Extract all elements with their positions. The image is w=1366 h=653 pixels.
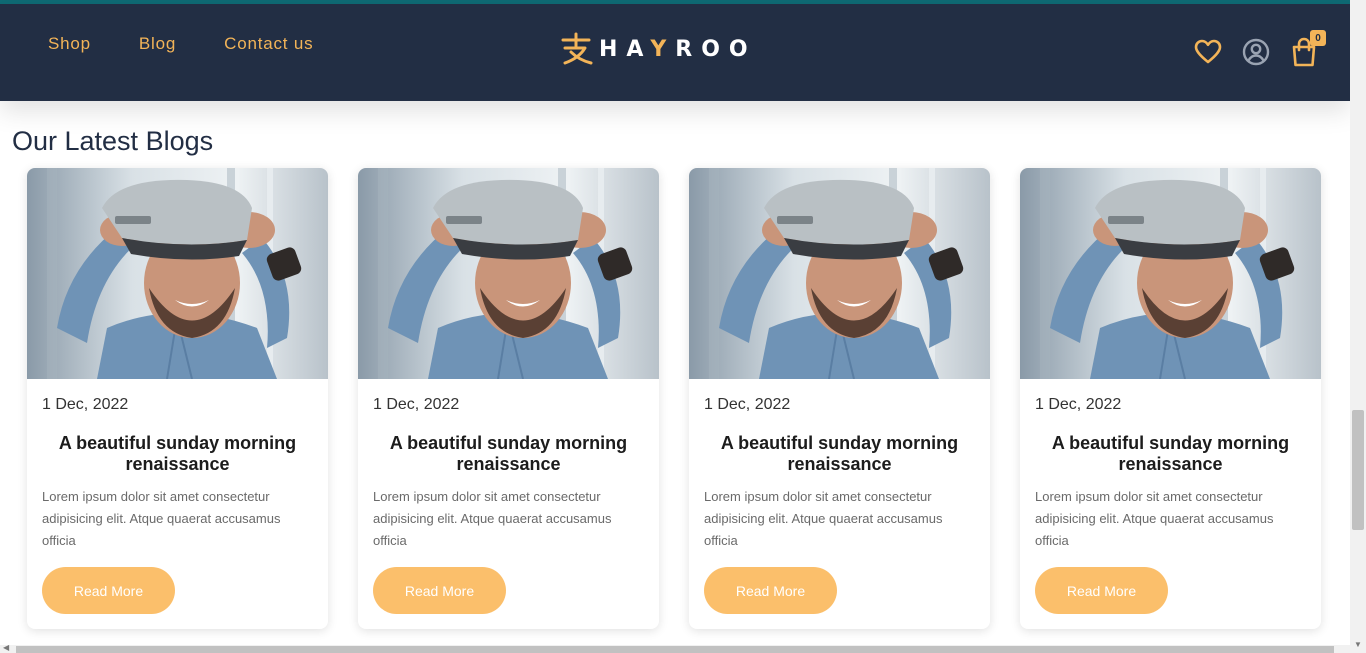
blog-image[interactable] [27,168,328,379]
vertical-scrollbar[interactable]: ▼ [1350,0,1366,653]
post-title[interactable]: A beautiful sunday morning renaissance [378,433,639,475]
read-more-button[interactable]: Read More [704,567,837,614]
blog-image[interactable] [689,168,990,379]
section-title: Our Latest Blogs [12,126,214,156]
header-icons: 0 [1176,30,1326,68]
nav-link-shop[interactable]: Shop [48,34,91,54]
blog-card: 1 Dec, 2022 A beautiful sunday morning r… [1020,168,1321,629]
post-date: 1 Dec, 2022 [373,396,460,413]
blog-card: 1 Dec, 2022 A beautiful sunday morning r… [689,168,990,629]
logo-wordmark: HAYROO [599,36,757,62]
logo-mark-icon [561,32,593,65]
horizontal-scrollbar[interactable]: ◀ [0,643,1350,653]
post-excerpt: Lorem ipsum dolor sit amet consectetur a… [373,489,612,548]
post-excerpt: Lorem ipsum dolor sit amet consectetur a… [42,489,281,548]
horizontal-scroll-thumb[interactable] [16,646,1334,653]
read-more-button[interactable]: Read More [373,567,506,614]
nav-link-contact[interactable]: Contact us [224,34,313,54]
post-title[interactable]: A beautiful sunday morning renaissance [47,433,308,475]
post-title[interactable]: A beautiful sunday morning renaissance [1040,433,1301,475]
read-more-button[interactable]: Read More [42,567,175,614]
nav-link-blog[interactable]: Blog [139,34,176,54]
account-button[interactable] [1240,36,1272,68]
heart-icon [1194,39,1222,64]
post-date: 1 Dec, 2022 [704,396,791,413]
post-excerpt: Lorem ipsum dolor sit amet consectetur a… [1035,489,1274,548]
post-title[interactable]: A beautiful sunday morning renaissance [709,433,970,475]
cart-count-badge: 0 [1310,30,1326,46]
post-excerpt: Lorem ipsum dolor sit amet consectetur a… [704,489,943,548]
post-date: 1 Dec, 2022 [1035,396,1122,413]
site-logo[interactable]: HAYROO [559,32,757,66]
scroll-down-arrow-icon[interactable]: ▼ [1354,640,1362,649]
read-more-button[interactable]: Read More [1035,567,1168,614]
blog-card: 1 Dec, 2022 A beautiful sunday morning r… [358,168,659,629]
blog-image[interactable] [1020,168,1321,379]
site-header: Shop Blog Contact us HAYROO 0 [0,4,1350,101]
post-date: 1 Dec, 2022 [42,396,129,413]
user-icon [1242,38,1270,66]
main-nav: Shop Blog Contact us [48,34,361,54]
scroll-left-arrow-icon[interactable]: ◀ [3,643,9,652]
cart-button[interactable]: 0 [1288,30,1326,68]
vertical-scroll-thumb[interactable] [1352,410,1364,530]
blog-card: 1 Dec, 2022 A beautiful sunday morning r… [27,168,328,629]
wishlist-button[interactable] [1192,36,1224,68]
blog-cards: 1 Dec, 2022 A beautiful sunday morning r… [27,168,1321,629]
blog-image[interactable] [358,168,659,379]
